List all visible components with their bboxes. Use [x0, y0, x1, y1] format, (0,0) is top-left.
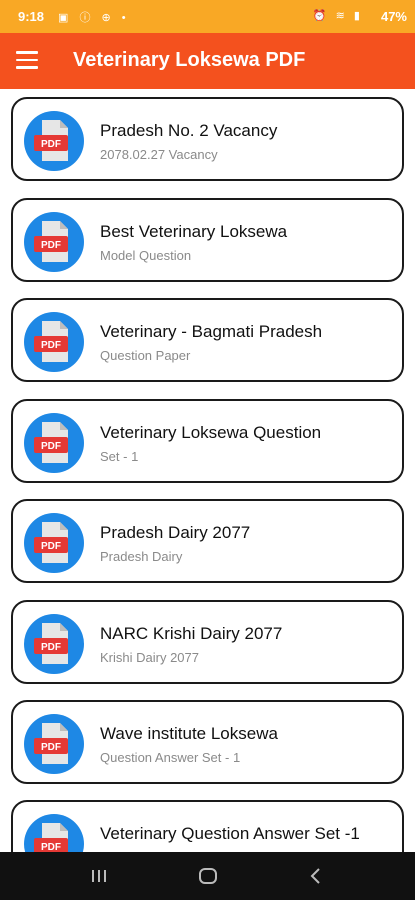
list-item[interactable]: PDF NARC Krishi Dairy 2077 Krishi Dairy … [11, 600, 404, 684]
pdf-file-icon: PDF [24, 814, 84, 852]
app-title: Veterinary Loksewa PDF [73, 49, 306, 71]
pdf-badge: PDF [41, 541, 61, 552]
list-item[interactable]: PDF Veterinary Loksewa Question Set - 1 [11, 399, 404, 483]
status-bar: 9:18 ▣ ⓘ ⊕ • ⏰ ≋ ▮ 47% [0, 0, 415, 33]
item-subtitle: Krishi Dairy 2077 [100, 650, 199, 665]
list-item[interactable]: PDF Veterinary - Bagmati Pradesh Questio… [11, 298, 404, 382]
item-title: Pradesh No. 2 Vacancy [100, 121, 278, 140]
pdf-file-icon: PDF [24, 212, 84, 272]
item-title: Pradesh Dairy 2077 [100, 523, 251, 542]
pdf-badge: PDF [41, 642, 61, 653]
item-subtitle: Pradesh Dairy [100, 549, 183, 564]
home-icon[interactable] [198, 866, 218, 886]
pdf-file-icon: PDF [24, 413, 84, 473]
recent-apps-icon[interactable] [90, 867, 108, 885]
pdf-file-icon: PDF [24, 614, 84, 674]
item-subtitle: 2078.02.27 Vacancy [100, 147, 218, 162]
status-time: 9:18 [18, 9, 45, 24]
item-title: Veterinary Question Answer Set -1 [100, 824, 360, 843]
pdf-badge: PDF [41, 842, 61, 852]
list-item[interactable]: PDF Veterinary Question Answer Set -1 [11, 800, 404, 852]
item-subtitle: Question Answer Set - 1 [100, 750, 241, 765]
item-title: Best Veterinary Loksewa [100, 222, 288, 241]
pdf-file-icon: PDF [24, 513, 84, 573]
pdf-list[interactable]: PDF Pradesh No. 2 Vacancy 2078.02.27 Vac… [0, 89, 415, 852]
system-nav-bar [0, 852, 415, 900]
list-item[interactable]: PDF Pradesh Dairy 2077 Pradesh Dairy [11, 499, 404, 583]
item-title: Veterinary Loksewa Question [100, 423, 322, 442]
item-title: Veterinary - Bagmati Pradesh [100, 322, 323, 341]
item-title: Wave institute Loksewa [100, 724, 278, 743]
hamburger-menu-icon[interactable] [16, 51, 38, 69]
pdf-badge: PDF [41, 139, 61, 150]
list-item[interactable]: PDF Best Veterinary Loksewa Model Questi… [11, 198, 404, 282]
pdf-file-icon: PDF [24, 111, 84, 171]
list-item[interactable]: PDF Pradesh No. 2 Vacancy 2078.02.27 Vac… [11, 97, 404, 181]
back-icon[interactable] [308, 867, 324, 885]
notification-icons: ▣ ⓘ ⊕ • [58, 12, 130, 24]
pdf-badge: PDF [41, 240, 61, 251]
pdf-file-icon: PDF [24, 714, 84, 774]
pdf-file-icon: PDF [24, 312, 84, 372]
item-subtitle: Question Paper [100, 348, 191, 363]
item-subtitle: Model Question [100, 248, 192, 263]
item-subtitle: Set - 1 [100, 449, 139, 464]
pdf-badge: PDF [41, 742, 61, 753]
pdf-badge: PDF [41, 340, 61, 351]
app-bar: Veterinary Loksewa PDF [0, 33, 415, 89]
system-icons: ⏰ ≋ ▮ [312, 10, 363, 22]
list-item[interactable]: PDF Wave institute Loksewa Question Answ… [11, 700, 404, 784]
battery-level: 47% [380, 9, 407, 24]
pdf-badge: PDF [41, 441, 61, 452]
item-title: NARC Krishi Dairy 2077 [100, 624, 283, 643]
